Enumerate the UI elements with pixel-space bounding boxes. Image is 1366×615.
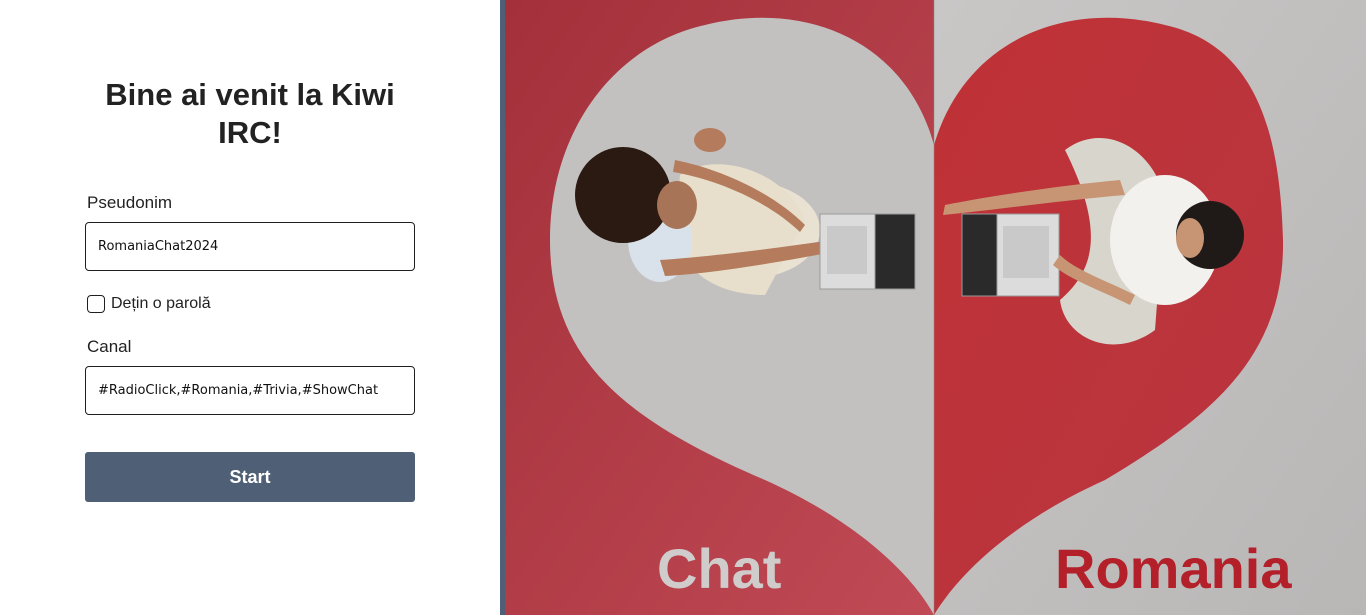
password-label[interactable]: Dețin o parolă — [111, 295, 211, 313]
start-button[interactable]: Start — [85, 452, 415, 502]
hero-word-romania: Romania — [1055, 537, 1292, 600]
chat-romania-illustration: Chat Romania — [505, 0, 1366, 615]
password-toggle[interactable]: Dețin o parolă — [87, 293, 211, 315]
left-laptop — [819, 213, 916, 290]
hero-image: Chat Romania — [505, 0, 1366, 615]
welcome-title: Bine ai venit la Kiwi IRC! — [105, 77, 395, 150]
welcome-panel: Bine ai venit la Kiwi IRC! Pseudonim Deț… — [0, 0, 500, 615]
channel-input[interactable] — [85, 366, 415, 415]
channel-label: Canal — [87, 337, 132, 356]
hero-word-chat: Chat — [657, 537, 781, 600]
nick-input[interactable] — [85, 222, 415, 271]
kiwiirc-welcome-page: Bine ai venit la Kiwi IRC! Pseudonim Deț… — [0, 0, 1366, 615]
right-laptop — [961, 213, 1060, 297]
nick-label: Pseudonim — [87, 193, 173, 212]
password-checkbox[interactable] — [87, 295, 105, 313]
